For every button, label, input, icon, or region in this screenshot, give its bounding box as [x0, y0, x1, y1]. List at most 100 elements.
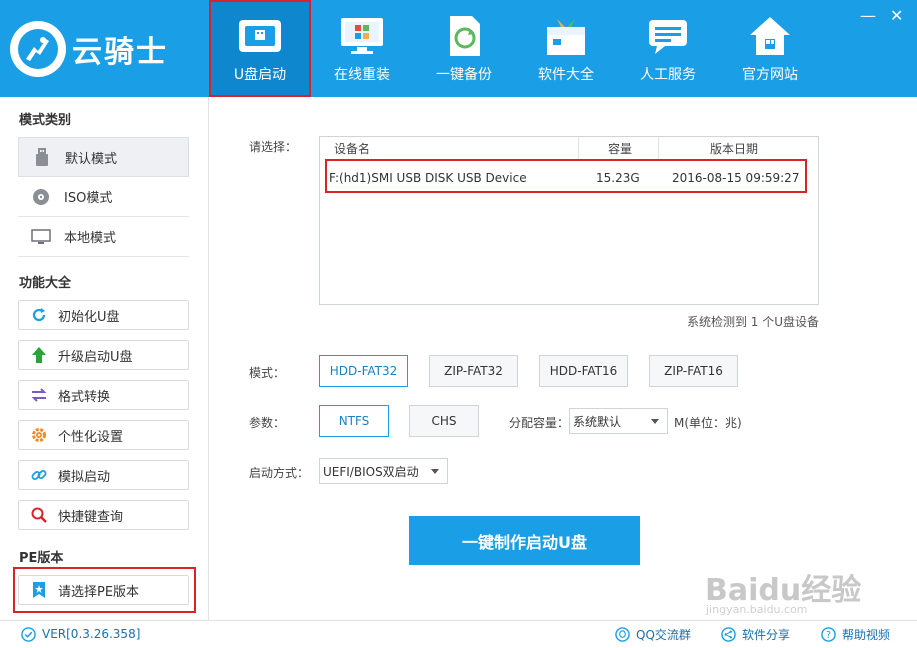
function-title: 功能大全 [19, 276, 72, 291]
function-label: 模拟启动 [58, 469, 111, 485]
mode-hdd-fat16-button[interactable]: HDD-FAT16 [539, 355, 628, 387]
monitor-icon [30, 226, 52, 248]
alloc-capacity-label: 分配容量： [509, 416, 570, 430]
nav-label: 软件大全 [538, 67, 594, 83]
function-label: 格式转换 [58, 389, 111, 405]
function-label: 快捷键查询 [58, 509, 124, 525]
swap-icon [30, 386, 48, 404]
alloc-capacity-value: 系统默认 [573, 414, 622, 429]
mode-local[interactable]: 本地模式 [18, 217, 189, 257]
mode-iso[interactable]: ISO模式 [18, 177, 189, 217]
boot-method-label: 启动方式： [249, 466, 310, 480]
check-circle-icon [20, 626, 36, 642]
mode-default[interactable]: 默认模式 [18, 137, 189, 177]
simulate-boot-button[interactable]: 模拟启动 [18, 460, 189, 490]
mode-label: 默认模式 [65, 151, 118, 167]
help-video-link[interactable]: ? 帮助视频 [820, 626, 890, 643]
qq-icon [614, 627, 630, 643]
backup-document-icon [440, 14, 488, 58]
baidu-watermark-url: jingyan.baidu.com [706, 603, 808, 616]
mode-label: 本地模式 [64, 231, 117, 246]
usb-drive-icon [31, 146, 53, 168]
upgrade-usb-button[interactable]: 升级启动U盘 [18, 340, 189, 370]
version-info[interactable]: VER[0.3.26.358] [20, 626, 140, 642]
home-icon [746, 14, 794, 58]
share-link[interactable]: 软件分享 [720, 626, 790, 643]
link-icon [30, 466, 48, 484]
logo-text: 云骑士 [72, 35, 168, 70]
function-label: 升级启动U盘 [58, 349, 133, 365]
nav-label: U盘启动 [233, 67, 287, 83]
top-banner: 云骑士 U盘启动 在线重装 一键备份 软件大全 人工服务 官方网站 — ✕ [0, 0, 917, 97]
column-header-capacity: 容量 [608, 142, 633, 156]
nav-label: 官方网站 [742, 67, 798, 83]
nav-label: 一键备份 [436, 67, 492, 83]
hotkey-query-button[interactable]: 快捷键查询 [18, 500, 189, 530]
help-video-label: 帮助视频 [842, 628, 891, 642]
select-device-label: 请选择： [249, 140, 298, 154]
nav-official-site[interactable]: 官方网站 [719, 0, 821, 97]
select-pe-button[interactable]: 请选择PE版本 [18, 575, 189, 605]
pe-version-title: PE版本 [19, 551, 64, 566]
column-header-device: 设备名 [334, 142, 371, 156]
knight-logo-icon [10, 21, 66, 77]
chevron-down-icon [431, 469, 439, 474]
share-icon [720, 627, 736, 643]
upgrade-arrow-icon [30, 346, 48, 364]
function-label: 请选择PE版本 [58, 584, 140, 600]
nav-software[interactable]: 软件大全 [515, 0, 617, 97]
nav-backup[interactable]: 一键备份 [413, 0, 515, 97]
nav-label: 在线重装 [334, 67, 390, 83]
function-label: 个性化设置 [58, 429, 124, 445]
software-box-icon [542, 14, 590, 58]
mode-label: ISO模式 [64, 191, 113, 206]
param-chs-button[interactable]: CHS [409, 405, 479, 437]
boot-method-value: UEFI/BIOS双启动 [323, 464, 419, 479]
param-label: 参数： [249, 416, 286, 430]
device-name-cell[interactable]: F:(hd1)SMI USB DISK USB Device [329, 167, 527, 189]
svg-text:?: ? [826, 630, 831, 641]
chat-service-icon [644, 14, 692, 58]
detect-status-text: 系统检测到 1 个U盘设备 [686, 315, 819, 329]
nav-usb-boot[interactable]: U盘启动 [209, 0, 311, 97]
column-divider [658, 137, 659, 161]
param-ntfs-button[interactable]: NTFS [319, 405, 389, 437]
nav-online-reinstall[interactable]: 在线重装 [311, 0, 413, 97]
mode-hdd-fat32-button[interactable]: HDD-FAT32 [319, 355, 408, 387]
close-icon[interactable]: ✕ [890, 8, 903, 24]
footer-bar: VER[0.3.26.358] QQ交流群 软件分享 ? 帮助视频 [0, 620, 917, 648]
column-divider [578, 137, 579, 161]
make-boot-usb-button[interactable]: 一键制作启动U盘 [409, 516, 640, 565]
init-usb-button[interactable]: 初始化U盘 [18, 300, 189, 330]
format-convert-button[interactable]: 格式转换 [18, 380, 189, 410]
device-date-cell[interactable]: 2016-08-15 09:59:27 [672, 167, 799, 189]
column-header-date: 版本日期 [710, 142, 759, 156]
boot-method-select[interactable]: UEFI/BIOS双启动 [319, 458, 448, 484]
mode-zip-fat16-button[interactable]: ZIP-FAT16 [649, 355, 738, 387]
windows-monitor-icon [338, 14, 386, 58]
usb-drive-icon [236, 14, 284, 58]
share-label: 软件分享 [742, 628, 791, 642]
app-logo: 云骑士 [10, 16, 210, 82]
minimize-icon[interactable]: — [860, 8, 876, 24]
qq-group-link[interactable]: QQ交流群 [614, 626, 691, 643]
device-capacity-cell[interactable]: 15.23G [596, 167, 640, 189]
version-text: VER[0.3.26.358] [42, 627, 141, 641]
refresh-icon [30, 306, 48, 324]
alloc-unit-label: M(单位：兆) [674, 416, 742, 430]
chevron-down-icon [651, 419, 659, 424]
gear-icon [30, 426, 48, 444]
function-label: 初始化U盘 [58, 309, 120, 325]
mode-category-title: 模式类别 [19, 113, 72, 128]
alloc-capacity-select[interactable]: 系统默认 [569, 408, 668, 434]
personal-settings-button[interactable]: 个性化设置 [18, 420, 189, 450]
qq-group-label: QQ交流群 [636, 628, 691, 642]
disc-icon [30, 186, 52, 208]
device-table: 设备名 容量 版本日期 F:(hd1)SMI USB DISK USB Devi… [319, 136, 819, 305]
help-icon: ? [820, 627, 836, 643]
mode-zip-fat32-button[interactable]: ZIP-FAT32 [429, 355, 518, 387]
search-icon [30, 506, 48, 524]
nav-service[interactable]: 人工服务 [617, 0, 719, 97]
bookmark-icon [30, 581, 48, 599]
nav-label: 人工服务 [640, 67, 696, 83]
